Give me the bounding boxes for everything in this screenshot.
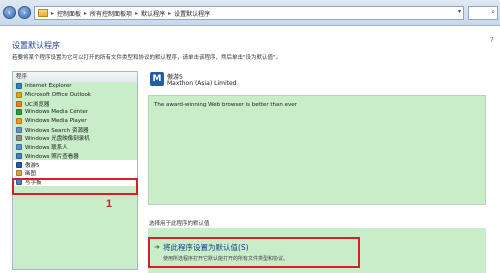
- program-label: Microsoft Office Outlook: [25, 92, 91, 99]
- program-label: Internet Explorer: [25, 83, 72, 90]
- green-arrow-icon: ➜: [154, 243, 160, 251]
- select-defaults-label: 选择用于此程序的默认值: [149, 221, 210, 227]
- program-list-item[interactable]: Windows 光盘映像刻录机: [13, 134, 137, 143]
- breadcrumb-default-programs[interactable]: 默认程序: [141, 9, 165, 18]
- disc-burner-icon: [16, 135, 22, 142]
- program-list-item[interactable]: Windows 照片查看器: [13, 152, 137, 161]
- windows-search-icon: [16, 126, 22, 133]
- program-list: 程序 Internet Explorer Microsoft Office Out…: [12, 71, 138, 270]
- app-description-panel: The award-winning Web browser is better …: [148, 95, 486, 205]
- program-list-item[interactable]: 画图: [13, 168, 137, 178]
- program-label: UC浏览器: [25, 101, 50, 108]
- chevron-right-icon: ▸: [84, 9, 88, 17]
- program-list-item[interactable]: Windows Search 资源器: [13, 125, 137, 134]
- page-title: 设置默认程序: [12, 41, 60, 50]
- search-icon: ⌕: [491, 8, 495, 16]
- control-panel-icon: [38, 9, 48, 17]
- page-description: 若要将某个程序设置为它可以打开的所有文件类型和协议的默认程序，请单击该程序，然后…: [12, 55, 282, 61]
- chevron-right-icon: ▸: [168, 9, 172, 17]
- program-label: Windows 光盘映像刻录机: [25, 136, 90, 143]
- chevron-down-icon[interactable]: ▾: [458, 8, 461, 15]
- program-list-body: Internet Explorer Microsoft Office Outloo…: [13, 82, 137, 269]
- media-center-icon: [16, 109, 22, 116]
- contacts-icon: [16, 144, 22, 151]
- program-label: Windows 照片查看器: [25, 153, 79, 160]
- program-list-item[interactable]: Windows Media Player: [13, 117, 137, 126]
- program-list-item[interactable]: 傲游5: [13, 160, 137, 169]
- address-bar: ‹ › ▸ 控制面板 ▸ 所有控制面板项 ▸ 默认程序 ▸ 设置默认程序 ▾ ⌕: [0, 0, 500, 26]
- program-label: Windows Media Center: [25, 109, 89, 116]
- photo-viewer-icon: [16, 152, 22, 159]
- highlight-box-program: [12, 178, 138, 195]
- step-marker: 1: [106, 198, 113, 210]
- paint-icon: [16, 170, 22, 177]
- forward-button[interactable]: ›: [18, 6, 31, 19]
- program-list-item[interactable]: Internet Explorer: [13, 82, 137, 91]
- breadcrumb-set-default[interactable]: 设置默认程序: [174, 9, 210, 18]
- program-label: Windows Search 资源器: [25, 127, 89, 134]
- app-description: The award-winning Web browser is better …: [154, 102, 297, 108]
- media-player-icon: [16, 118, 22, 125]
- chevron-right-icon: ▸: [51, 9, 55, 17]
- maxthon-icon: M: [150, 72, 164, 86]
- program-label: Windows Media Player: [25, 118, 87, 125]
- help-icon[interactable]: ?: [490, 36, 494, 44]
- program-label: Windows 联系人: [25, 145, 68, 152]
- set-default-subtitle: 使用所选程序打开它默认能打开的所有文件类型和协议。: [163, 256, 289, 262]
- breadcrumb[interactable]: ▸ 控制面板 ▸ 所有控制面板项 ▸ 默认程序 ▸ 设置默认程序 ▾: [34, 6, 464, 20]
- uc-browser-icon: [16, 100, 22, 107]
- back-button[interactable]: ‹: [3, 6, 16, 19]
- breadcrumb-all-items[interactable]: 所有控制面板项: [90, 9, 132, 18]
- app-company: Maxthon (Asia) Limited: [167, 80, 237, 87]
- program-label: 傲游5: [25, 162, 40, 169]
- program-list-item[interactable]: Windows 联系人: [13, 143, 137, 152]
- breadcrumb-control-panel[interactable]: 控制面板: [57, 9, 81, 18]
- search-input[interactable]: ⌕: [468, 6, 498, 20]
- set-default-title[interactable]: 将此程序设置为默认值(S): [163, 242, 249, 253]
- program-label: 画图: [25, 171, 37, 178]
- internet-explorer-icon: [16, 83, 22, 90]
- program-list-item[interactable]: Windows Media Center: [13, 108, 137, 117]
- maxthon-icon: [16, 161, 22, 168]
- outlook-icon: [16, 92, 22, 99]
- chevron-right-icon: ▸: [135, 9, 139, 17]
- program-list-item[interactable]: Microsoft Office Outlook: [13, 91, 137, 100]
- program-list-item[interactable]: UC浏览器: [13, 99, 137, 108]
